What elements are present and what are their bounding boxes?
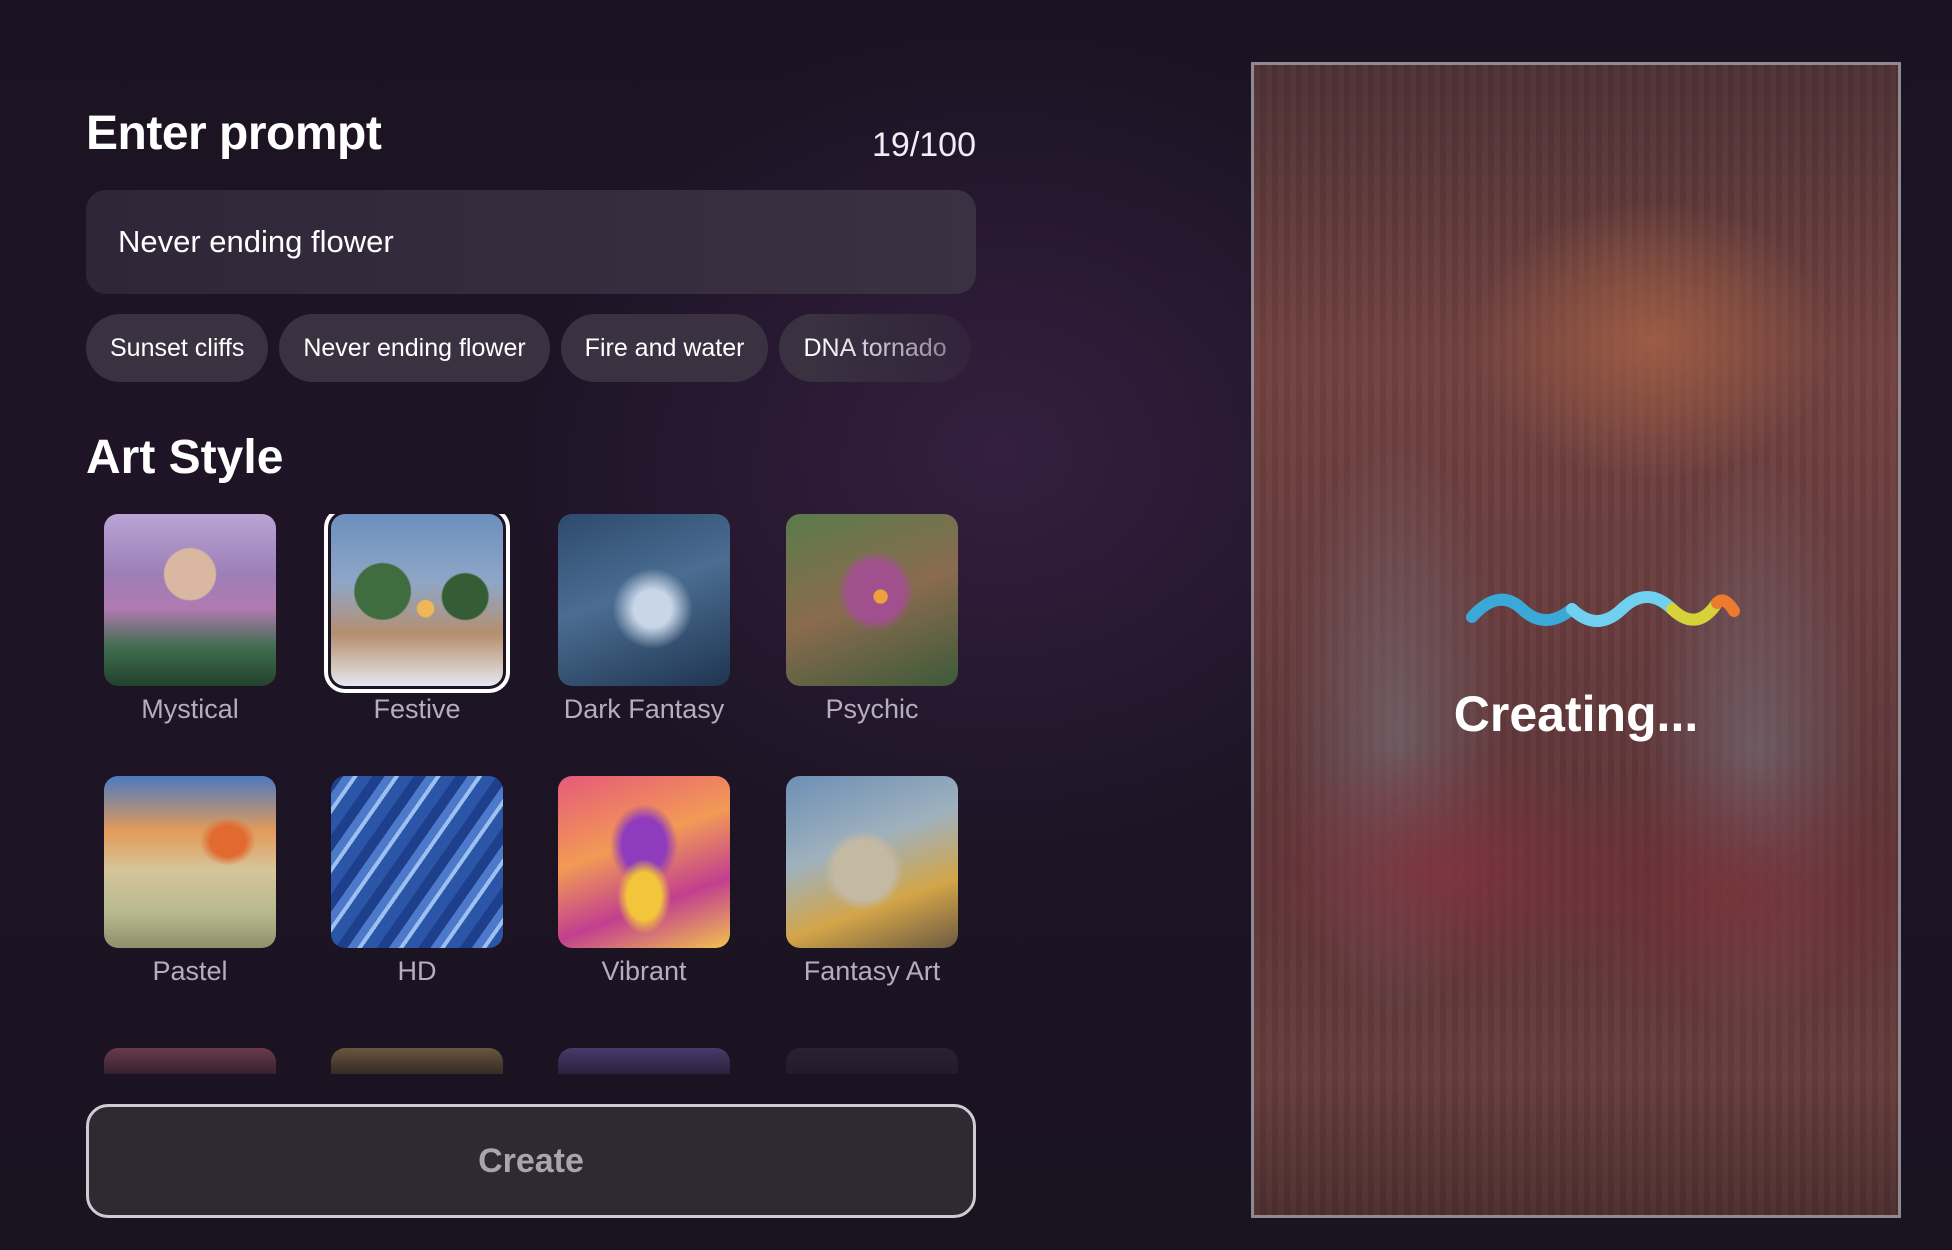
- style-thumbnail-partial[interactable]: [331, 1048, 503, 1074]
- style-option-hd[interactable]: HD: [331, 776, 503, 987]
- suggestion-chip-fire-and-water[interactable]: Fire and water: [560, 314, 769, 382]
- style-option-partial[interactable]: [558, 1048, 730, 1074]
- style-thumbnail-psychic[interactable]: [786, 514, 958, 686]
- style-option-pastel[interactable]: Pastel: [104, 776, 276, 987]
- style-option-partial[interactable]: [104, 1048, 276, 1074]
- style-option-mystical[interactable]: Mystical: [104, 514, 276, 725]
- wave-loader-icon: [1466, 591, 1740, 627]
- style-thumbnail-partial[interactable]: [558, 1048, 730, 1074]
- style-option-partial[interactable]: [331, 1048, 503, 1074]
- prompt-header: Enter prompt 19/100: [86, 100, 976, 170]
- style-option-fantasy-art[interactable]: Fantasy Art: [786, 776, 958, 987]
- character-counter: 19/100: [872, 126, 976, 164]
- style-option-dark-fantasy[interactable]: Dark Fantasy: [558, 514, 730, 725]
- style-label: HD: [397, 956, 437, 986]
- style-label: Pastel: [152, 956, 228, 986]
- style-label: Dark Fantasy: [563, 694, 725, 724]
- prompt-input[interactable]: [116, 223, 940, 261]
- art-style-title: Art Style: [86, 431, 284, 484]
- style-option-partial[interactable]: [786, 1048, 958, 1074]
- style-thumbnail-fantasy-art[interactable]: [786, 776, 958, 948]
- style-thumbnail-partial[interactable]: [104, 1048, 276, 1074]
- style-thumbnail-mystical[interactable]: [104, 514, 276, 686]
- style-label: Mystical: [141, 694, 239, 724]
- suggestion-chip-dna-tornado[interactable]: DNA tornado: [779, 314, 971, 382]
- style-thumbnail-festive[interactable]: [324, 514, 510, 693]
- suggestion-chips: Sunset cliffs Never ending flower Fire a…: [86, 314, 976, 382]
- style-thumbnail-partial[interactable]: [786, 1048, 958, 1074]
- style-option-vibrant[interactable]: Vibrant: [558, 776, 730, 987]
- prompt-field[interactable]: [86, 190, 976, 294]
- preview-overlay: [1254, 65, 1898, 1215]
- suggestion-chip-sunset-cliffs[interactable]: Sunset cliffs: [86, 314, 269, 382]
- image-preview: Creating...: [1251, 62, 1901, 1218]
- create-button[interactable]: Create: [86, 1104, 976, 1218]
- left-panel: Enter prompt 19/100 Sunset cliffs Never …: [86, 0, 976, 1250]
- style-label: Festive: [373, 694, 461, 724]
- style-label: Vibrant: [601, 956, 687, 986]
- style-thumbnail-pastel[interactable]: [104, 776, 276, 948]
- style-thumbnail-dark-fantasy[interactable]: [558, 514, 730, 686]
- style-thumbnail-vibrant[interactable]: [558, 776, 730, 948]
- style-option-festive[interactable]: Festive: [324, 514, 510, 725]
- style-option-psychic[interactable]: Psychic: [786, 514, 958, 725]
- status-text: Creating...: [1453, 686, 1699, 742]
- art-style-grid: Mystical Festive Dark Fantasy Psychic Pa…: [86, 514, 976, 1074]
- suggestion-chip-never-ending-flower[interactable]: Never ending flower: [279, 314, 550, 382]
- style-label: Psychic: [825, 694, 919, 724]
- style-label: Fantasy Art: [803, 956, 941, 986]
- style-thumbnail-hd[interactable]: [331, 776, 503, 948]
- prompt-title: Enter prompt: [86, 107, 382, 160]
